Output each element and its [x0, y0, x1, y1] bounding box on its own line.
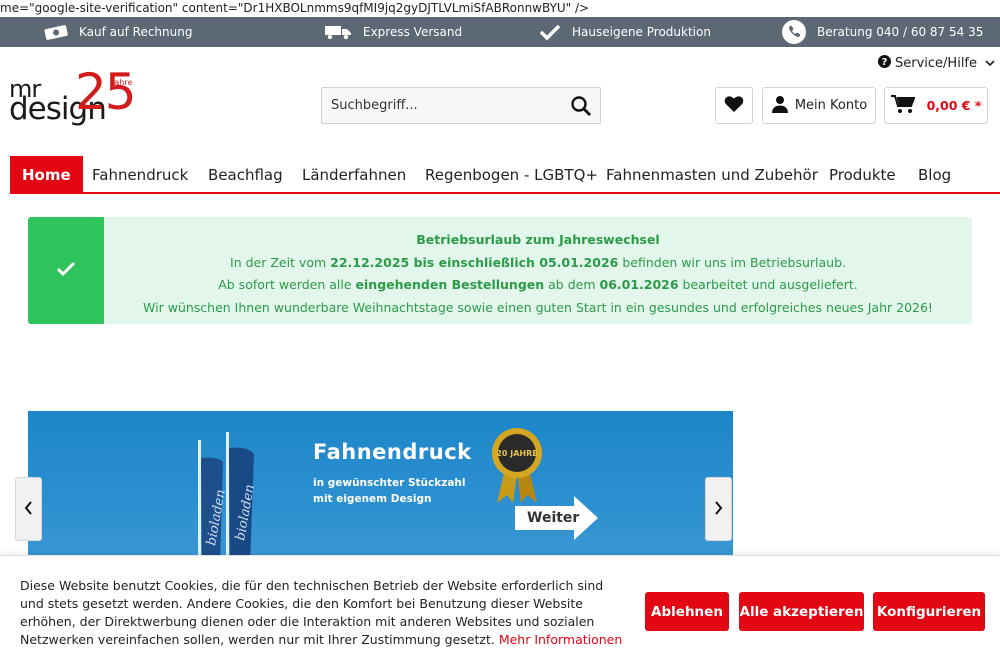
account-button[interactable]: Mein Konto: [762, 87, 876, 124]
topbar-item-production: Hauseigene Produktion: [538, 17, 711, 47]
leaked-meta-text: me="google-site-verification" content="D…: [0, 1, 590, 15]
anniversary-seal-icon: 20 JAHRE: [492, 428, 542, 503]
cart-icon: [890, 94, 916, 118]
cookie-text-block: Diese Website benutzt Cookies, die für d…: [20, 577, 625, 649]
logo-number: 25: [75, 63, 137, 121]
topbar-label: Beratung 040 / 60 87 54 35: [817, 25, 984, 39]
slider-prev-button[interactable]: [15, 477, 42, 541]
heart-icon: [724, 95, 744, 117]
flags-image: bioladen bioladen: [198, 432, 258, 556]
checkmark-icon: [56, 261, 76, 281]
slider-subtitle-2: mit eigenem Design: [313, 493, 432, 505]
nav-item-beachflag[interactable]: Beachflag: [208, 156, 283, 192]
cookie-banner: Diese Website benutzt Cookies, die für d…: [0, 555, 1000, 667]
money-icon: [43, 23, 69, 41]
topbar-item-invoice: Kauf auf Rechnung: [43, 17, 192, 47]
service-label: Service/Hilfe: [895, 55, 977, 71]
topbar-item-express: Express Versand: [325, 17, 462, 47]
checkmark-icon: [538, 23, 562, 41]
alert-title: Betriebsurlaub zum Jahreswechsel: [416, 232, 660, 247]
slider-weiter-button[interactable]: Weiter: [527, 510, 579, 526]
slider-title: Fahnendruck: [313, 440, 472, 464]
holiday-alert: Betriebsurlaub zum Jahreswechsel In der …: [28, 217, 972, 324]
chevron-right-icon: [714, 500, 723, 519]
alert-icon-panel: [28, 217, 104, 324]
logo-jahre: Jahre: [112, 78, 133, 87]
wishlist-button[interactable]: [715, 87, 753, 124]
slider-subtitle-1: in gewünschter Stückzahl: [313, 477, 466, 489]
top-info-bar: Kauf auf Rechnung Express Versand Hausei…: [0, 17, 1000, 47]
main-navigation: Home Fahnendruck Beachflag Länderfahnen …: [10, 156, 1000, 194]
hero-slider[interactable]: bioladen bioladen Fahnendruck in gewünsc…: [28, 411, 733, 556]
site-logo[interactable]: mr design 25 Jahre: [9, 63, 137, 129]
nav-item-laenderfahnen[interactable]: Länderfahnen: [302, 156, 406, 192]
chevron-down-icon: [985, 56, 995, 71]
alert-line-3: Wir wünschen Ihnen wunderbare Weihnachts…: [143, 299, 933, 315]
question-icon: ?: [878, 54, 891, 72]
user-icon: [771, 95, 789, 117]
cookie-configure-button[interactable]: Konfigurieren: [873, 592, 985, 631]
phone-icon: [781, 19, 807, 45]
service-menu[interactable]: ? Service/Hilfe: [878, 53, 995, 73]
account-label: Mein Konto: [794, 98, 868, 113]
cookie-accept-all-button[interactable]: Alle akzeptieren: [739, 592, 864, 631]
nav-item-regenbogen[interactable]: Regenbogen - LGBTQ+: [425, 156, 598, 192]
search-input[interactable]: [322, 88, 562, 123]
cookie-more-info-link[interactable]: Mehr Informationen: [499, 632, 622, 647]
topbar-label: Express Versand: [363, 25, 463, 39]
svg-text:20 JAHRE: 20 JAHRE: [496, 449, 537, 458]
alert-line-2: Ab sofort werden alle eingehenden Bestel…: [218, 277, 858, 292]
search-icon[interactable]: [570, 95, 592, 121]
alert-message: Betriebsurlaub zum Jahreswechsel In der …: [104, 217, 972, 324]
topbar-label: Kauf auf Rechnung: [79, 25, 193, 39]
topbar-item-phone[interactable]: Beratung 040 / 60 87 54 35: [781, 17, 983, 47]
nav-item-produkte[interactable]: Produkte: [829, 156, 896, 192]
alert-line-1: In der Zeit vom 22.12.2025 bis einschlie…: [230, 254, 846, 270]
svg-text:?: ?: [882, 57, 888, 68]
nav-item-fahnenmasten[interactable]: Fahnenmasten und Zubehör: [606, 156, 818, 192]
search-box: [321, 87, 601, 124]
cart-button[interactable]: 0,00 € *: [884, 87, 988, 124]
slider-next-button[interactable]: [705, 477, 732, 541]
truck-icon: [325, 24, 353, 40]
chevron-left-icon: [24, 500, 33, 519]
cart-total: 0,00 € *: [926, 98, 982, 113]
nav-item-home[interactable]: Home: [10, 156, 83, 192]
cookie-decline-button[interactable]: Ablehnen: [645, 592, 729, 631]
topbar-label: Hauseigene Produktion: [572, 25, 711, 39]
nav-item-blog[interactable]: Blog: [918, 156, 951, 192]
nav-item-fahnendruck[interactable]: Fahnendruck: [92, 156, 188, 192]
